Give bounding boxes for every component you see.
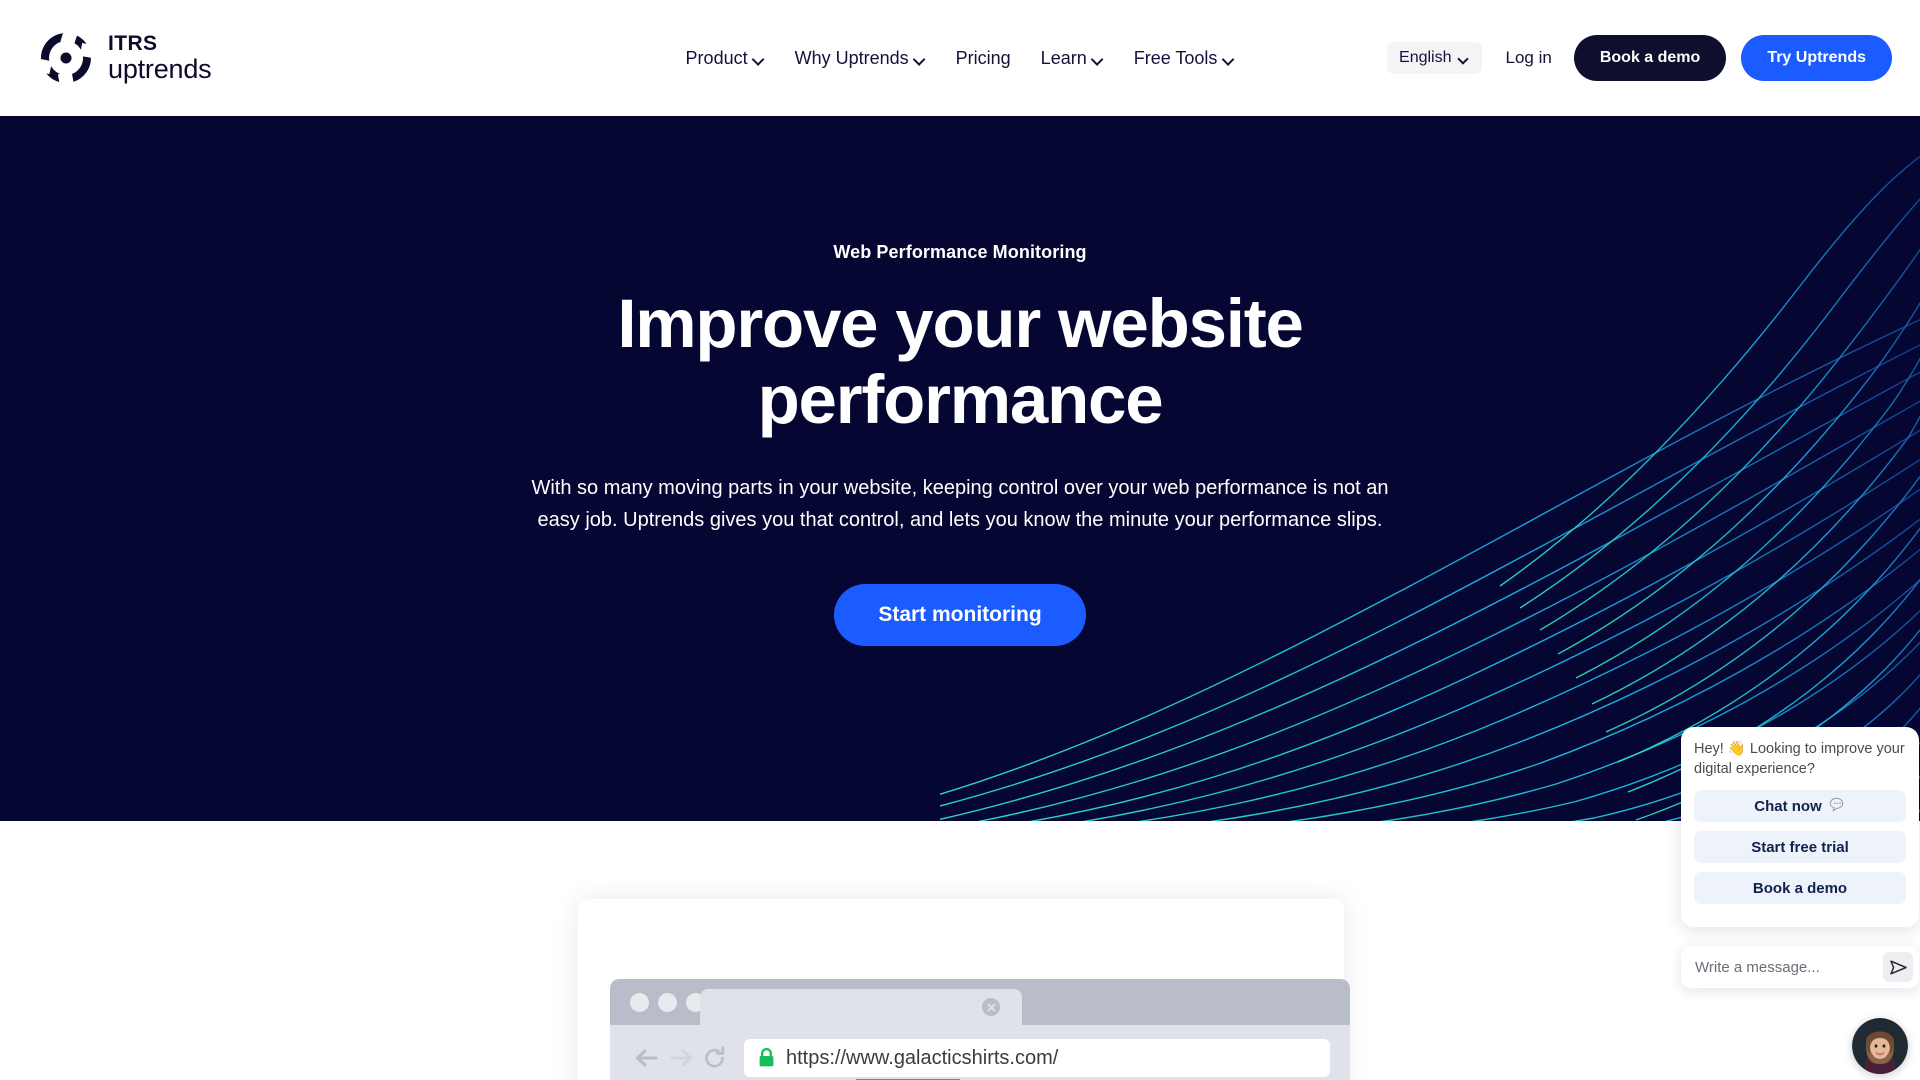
- nav-label: Product: [685, 47, 748, 68]
- hero-eyebrow: Web Performance Monitoring: [833, 242, 1087, 262]
- aperture-logo-icon: [37, 30, 94, 88]
- hero-title-line-1: Improve your website: [617, 285, 1304, 362]
- logo-text-uptrends: uptrends: [108, 54, 212, 84]
- address-bar[interactable]: https://www.galacticshirts.com/: [744, 1039, 1330, 1077]
- browser-mockup: https://www.galacticshirts.com/: [610, 979, 1350, 1080]
- nav-item-pricing[interactable]: Pricing: [956, 48, 1011, 69]
- language-selector[interactable]: English: [1387, 42, 1482, 74]
- chat-option-label: Start free trial: [1751, 838, 1849, 856]
- hero-content: Web Performance Monitoring Improve your …: [0, 242, 1920, 646]
- hero-section: Web Performance Monitoring Improve your …: [0, 116, 1920, 821]
- agent-avatar[interactable]: [1852, 1018, 1908, 1074]
- chat-option-book-a-demo[interactable]: Book a demo: [1694, 872, 1906, 905]
- nav-item-free-tools[interactable]: Free Tools: [1134, 48, 1235, 69]
- chat-option-label: Book a demo: [1752, 879, 1848, 897]
- chat-message-input[interactable]: Write a message...: [1695, 959, 1883, 976]
- nav-label: Why Uptrends: [794, 47, 909, 68]
- chat-option-start-free-trial[interactable]: Start free trial: [1694, 831, 1906, 864]
- browser-titlebar: [610, 979, 1350, 1025]
- chat-option-label: Chat now: [1754, 797, 1822, 815]
- address-bar-url: https://www.galacticshirts.com/: [786, 1046, 1059, 1069]
- hero-title-line-2: performance: [757, 360, 1164, 438]
- window-controls: [630, 993, 705, 1012]
- nav-item-learn[interactable]: Learn: [1041, 48, 1104, 69]
- lock-icon: [758, 1047, 775, 1068]
- chat-option-chat-now[interactable]: Chat now: [1694, 790, 1906, 823]
- main-navigation: Product Why Uptrends Pricing Learn Free …: [686, 48, 1235, 69]
- language-selector-label: English: [1399, 49, 1452, 66]
- showcase-card: https://www.galacticshirts.com/: [578, 899, 1350, 1080]
- chevron-down-icon: [915, 55, 926, 62]
- close-icon[interactable]: [982, 998, 1000, 1016]
- chevron-down-icon: [754, 55, 765, 62]
- page-title: Improve your website performance: [0, 286, 1920, 438]
- nav-item-why-uptrends[interactable]: Why Uptrends: [795, 48, 926, 69]
- hero-subtitle: With so many moving parts in your websit…: [531, 476, 1389, 532]
- book-a-demo-button[interactable]: Book a demo: [1573, 35, 1727, 81]
- chevron-down-icon: [1223, 55, 1234, 62]
- logo-text-itrs: ITRS: [108, 32, 158, 55]
- start-monitoring-button[interactable]: Start monitoring: [834, 583, 1086, 646]
- chevron-down-icon: [1093, 55, 1104, 62]
- chat-bubble-icon: [1829, 797, 1846, 816]
- reload-icon[interactable]: [698, 1041, 732, 1075]
- arrow-right-icon[interactable]: [664, 1041, 698, 1075]
- browser-toolbar: https://www.galacticshirts.com/: [610, 1025, 1350, 1080]
- chevron-down-icon: [1459, 55, 1470, 62]
- chat-input-bar[interactable]: Write a message...: [1681, 946, 1919, 988]
- login-link[interactable]: Log in: [1506, 48, 1552, 68]
- chat-greeting-text: Hey! 👋 Looking to improve your digital e…: [1694, 741, 1905, 777]
- try-uptrends-button[interactable]: Try Uptrends: [1741, 35, 1892, 81]
- window-close-dot-icon[interactable]: [630, 993, 649, 1012]
- header-actions: English Log in Book a demo Try Uptrends: [1387, 35, 1892, 81]
- showcase-section: https://www.galacticshirts.com/: [0, 821, 1920, 1080]
- chat-widget-panel: Hey! 👋 Looking to improve your digital e…: [1681, 727, 1919, 927]
- nav-label: Free Tools: [1133, 47, 1218, 68]
- nav-item-product[interactable]: Product: [686, 48, 765, 69]
- window-minimize-dot-icon[interactable]: [658, 993, 677, 1012]
- send-icon[interactable]: [1883, 952, 1913, 982]
- arrow-left-icon[interactable]: [630, 1041, 664, 1075]
- logo-link[interactable]: ITRS uptrends: [37, 30, 212, 88]
- nav-label: Learn: [1040, 47, 1087, 68]
- browser-tab[interactable]: [700, 989, 1022, 1025]
- nav-label: Pricing: [955, 47, 1011, 68]
- site-header: ITRS uptrends Product Why Uptrends Prici…: [0, 0, 1920, 116]
